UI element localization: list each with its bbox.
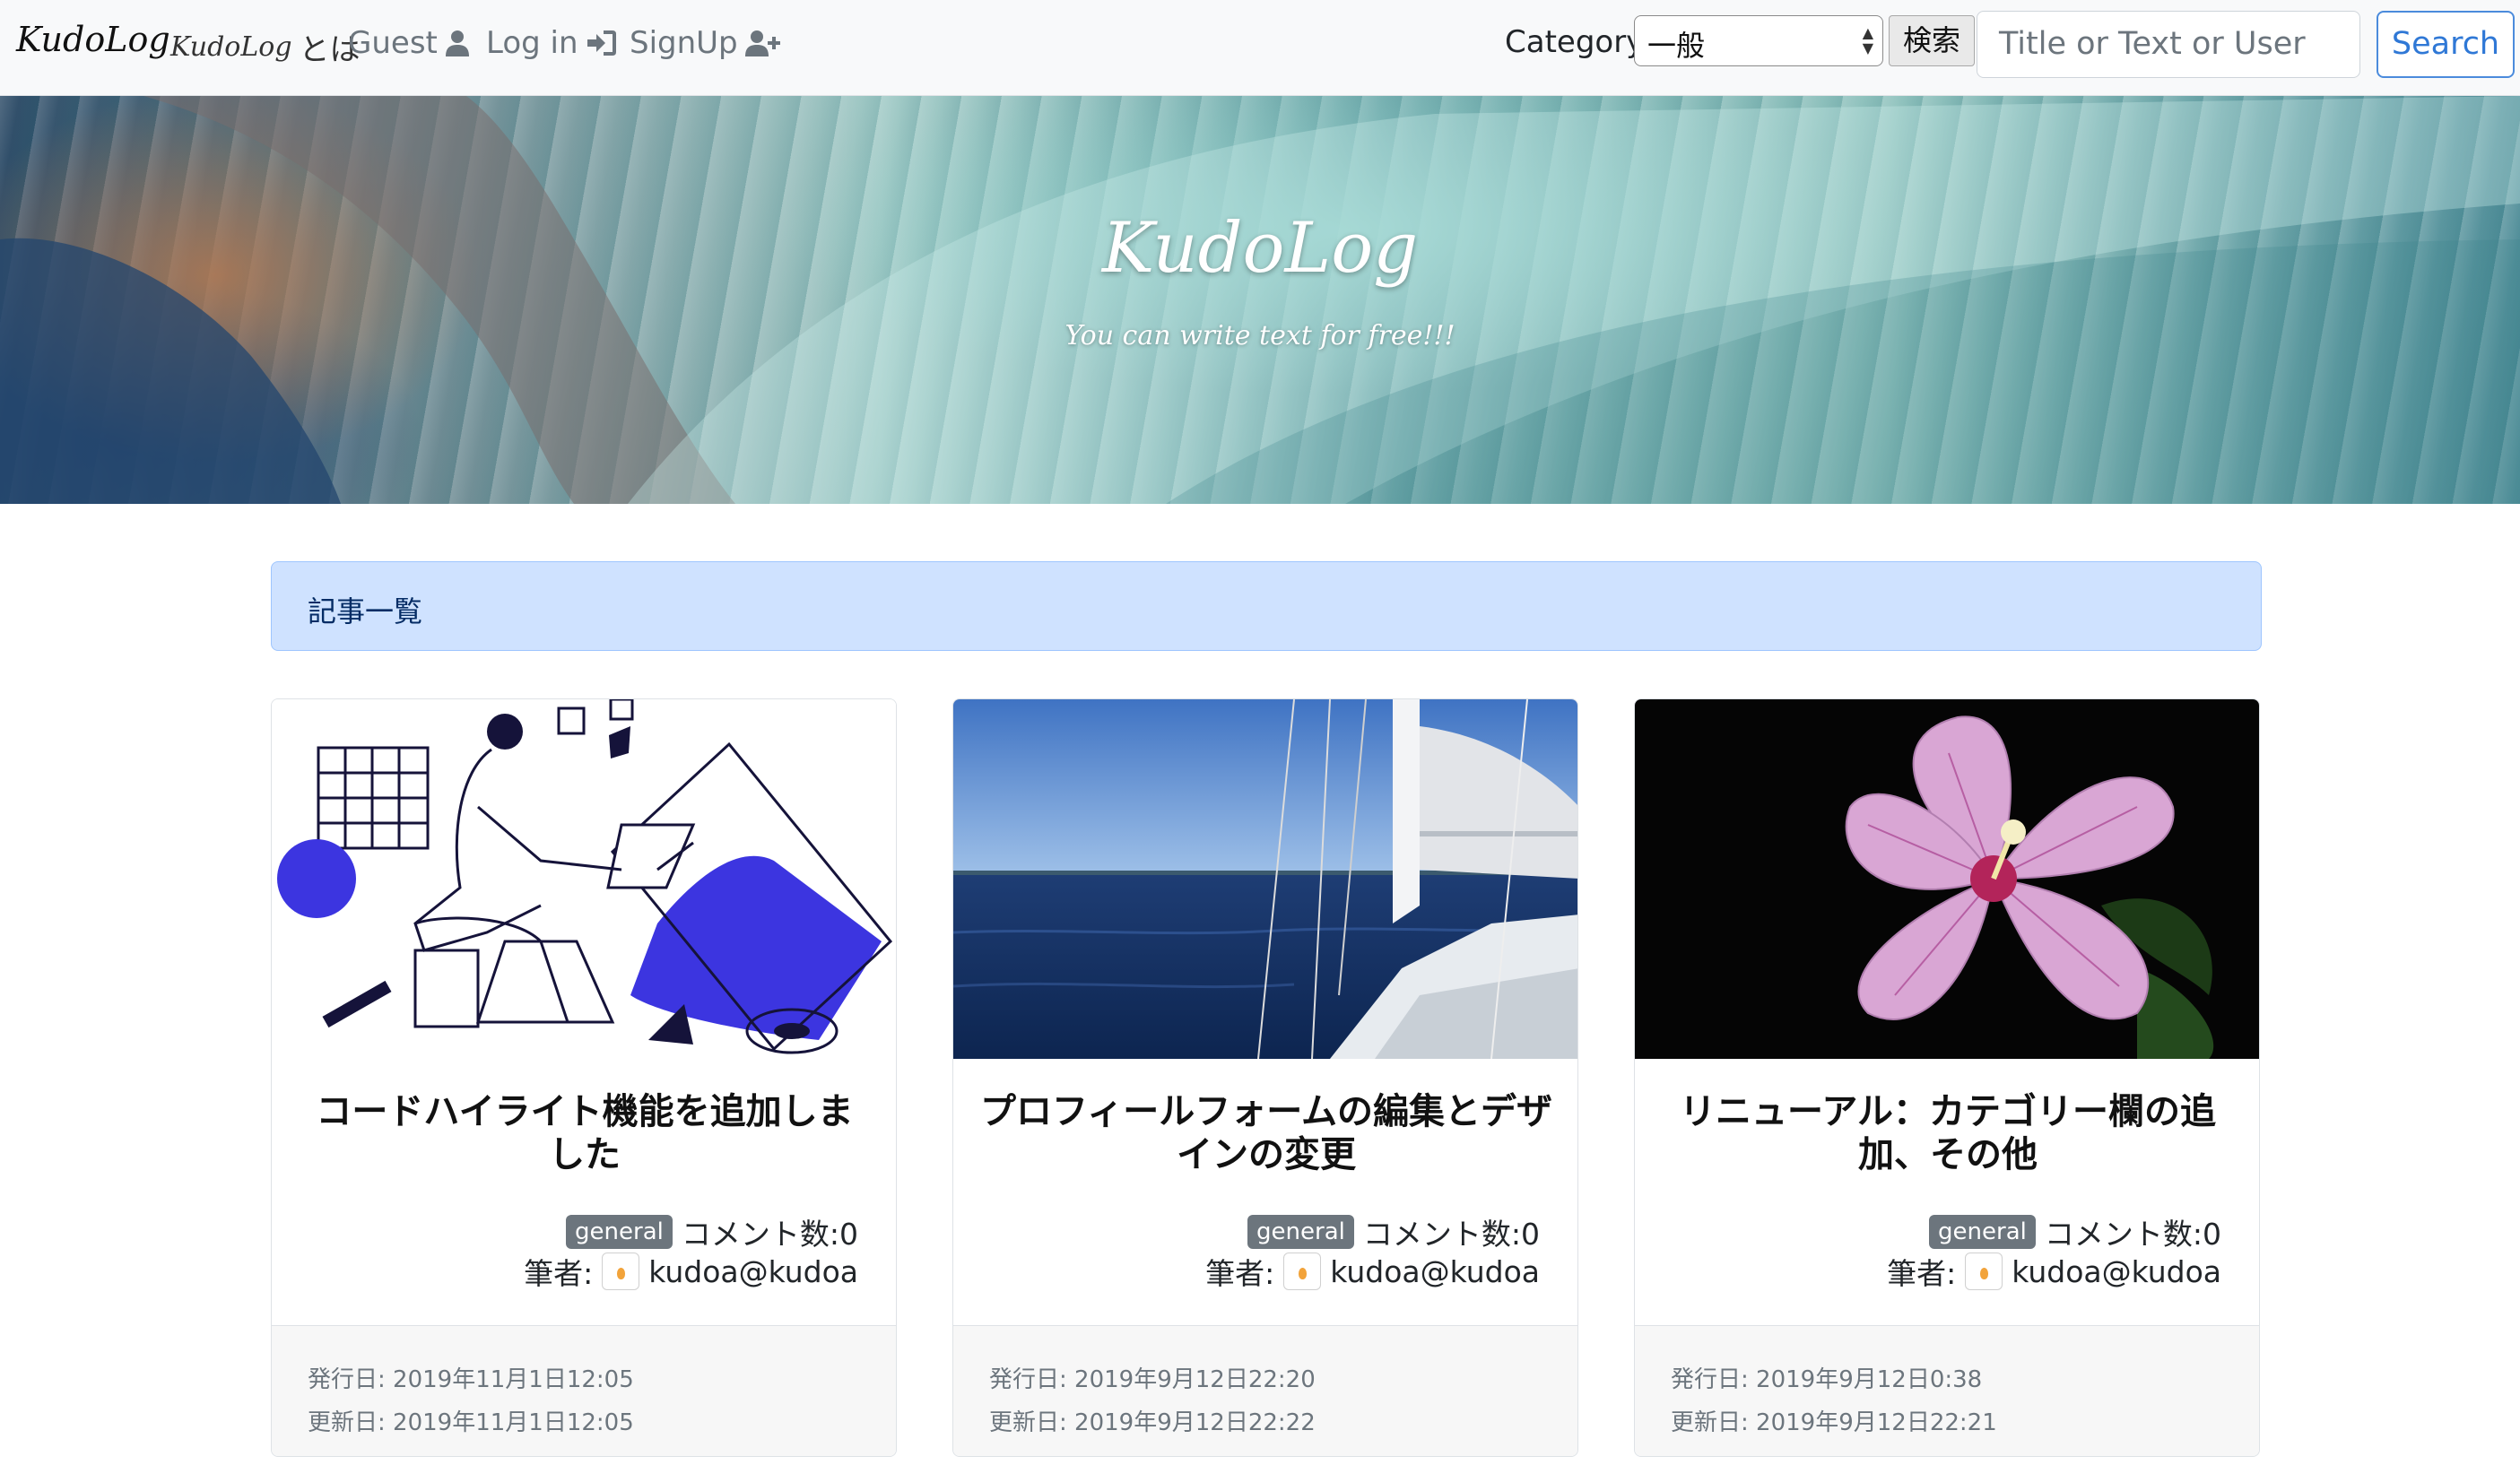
category-badge: general — [1247, 1215, 1354, 1249]
author-label: 筆者: — [1205, 1256, 1275, 1291]
sign-in-icon — [587, 30, 616, 56]
author-avatar — [1965, 1253, 2003, 1290]
brand-logo[interactable]: KudoLog — [16, 20, 170, 59]
card-meta-author: 筆者: kudoa@kudoa — [524, 1250, 858, 1293]
comment-count: コメント数:0 — [681, 1217, 858, 1252]
published-date: 発行日: 2019年9月12日0:38 — [1671, 1366, 1983, 1393]
nav-guest-link[interactable]: Guest — [348, 25, 470, 61]
updated-date: 更新日: 2019年9月12日22:21 — [1671, 1409, 1997, 1436]
published-date: 発行日: 2019年11月1日12:05 — [308, 1366, 634, 1393]
hibiscus-photo-image — [1635, 699, 2259, 1059]
category-select[interactable]: 一般 ▲ ▼ — [1634, 15, 1883, 66]
category-label: Category: — [1505, 24, 1653, 60]
author-avatar — [1283, 1253, 1322, 1290]
category-search-button[interactable]: 検索 — [1889, 15, 1975, 66]
author-label: 筆者: — [524, 1256, 594, 1291]
card-thumbnail[interactable] — [272, 699, 896, 1059]
card-title[interactable]: コードハイライト機能を追加しました — [299, 1090, 871, 1176]
sailboat-photo-image — [953, 699, 1577, 1059]
article-card[interactable]: プロフィールフォームの編集とデザインの変更 general コメント数:0 筆者… — [952, 698, 1578, 1457]
comment-count: コメント数:0 — [1362, 1217, 1540, 1252]
about-brand-text: KudoLog — [170, 31, 292, 63]
hero-banner: KudoLog You can write text for free!!! — [0, 96, 2520, 504]
card-footer: 発行日: 2019年9月12日0:38 更新日: 2019年9月12日22:21 — [1635, 1325, 2259, 1456]
card-meta-category: general コメント数:0 — [1247, 1210, 1540, 1253]
developer-illustration-image — [272, 699, 896, 1059]
search-button[interactable]: Search — [2377, 11, 2515, 78]
card-footer: 発行日: 2019年11月1日12:05 更新日: 2019年11月1日12:0… — [272, 1325, 896, 1456]
updated-date: 更新日: 2019年11月1日12:05 — [308, 1409, 634, 1436]
category-badge: general — [566, 1215, 673, 1249]
article-card[interactable]: リニューアル：カテゴリー欄の追加、その他 general コメント数:0 筆者:… — [1634, 698, 2260, 1457]
article-list-header: 記事一覧 — [271, 561, 2262, 651]
published-date: 発行日: 2019年9月12日22:20 — [989, 1366, 1316, 1393]
nav-signup-link[interactable]: SignUp — [630, 25, 781, 61]
author-label: 筆者: — [1887, 1256, 1957, 1291]
card-title[interactable]: リニューアル：カテゴリー欄の追加、その他 — [1662, 1090, 2234, 1176]
card-footer: 発行日: 2019年9月12日22:20 更新日: 2019年9月12日22:2… — [953, 1325, 1577, 1456]
hero-title: KudoLog — [1101, 208, 1419, 289]
author-avatar — [602, 1253, 640, 1290]
card-meta-category: general コメント数:0 — [1929, 1210, 2221, 1253]
select-arrows-icon: ▲ ▼ — [1862, 24, 1873, 56]
updated-date: 更新日: 2019年9月12日22:22 — [989, 1409, 1316, 1436]
card-meta-category: general コメント数:0 — [566, 1210, 858, 1253]
guest-label: Guest — [348, 25, 438, 61]
author-name[interactable]: kudoa@kudoa — [648, 1254, 858, 1289]
card-meta-author: 筆者: kudoa@kudoa — [1205, 1250, 1540, 1293]
login-label: Log in — [486, 25, 578, 61]
user-icon — [445, 30, 469, 56]
card-meta-author: 筆者: kudoa@kudoa — [1887, 1250, 2221, 1293]
nav-login-link[interactable]: Log in — [486, 25, 616, 61]
author-name[interactable]: kudoa@kudoa — [1330, 1254, 1540, 1289]
card-title[interactable]: プロフィールフォームの編集とデザインの変更 — [980, 1090, 1552, 1176]
nav-about-link[interactable]: KudoLog とは — [170, 25, 361, 69]
article-card[interactable]: コードハイライト機能を追加しました general コメント数:0 筆者: ku… — [271, 698, 897, 1457]
category-badge: general — [1929, 1215, 2036, 1249]
waterfall-background-image — [0, 96, 2520, 504]
navbar: KudoLog KudoLog とは Guest Log in SignUp Ca… — [0, 0, 2520, 96]
category-selected-value: 一般 — [1647, 29, 1706, 63]
search-input[interactable]: Title or Text or User — [1977, 11, 2360, 78]
author-name[interactable]: kudoa@kudoa — [2012, 1254, 2221, 1289]
card-thumbnail[interactable] — [1635, 699, 2259, 1059]
hero-subtitle: You can write text for free!!! — [1064, 320, 1456, 351]
comment-count: コメント数:0 — [2044, 1217, 2221, 1252]
signup-label: SignUp — [630, 25, 738, 61]
card-thumbnail[interactable] — [953, 699, 1577, 1059]
user-plus-icon — [744, 30, 780, 56]
